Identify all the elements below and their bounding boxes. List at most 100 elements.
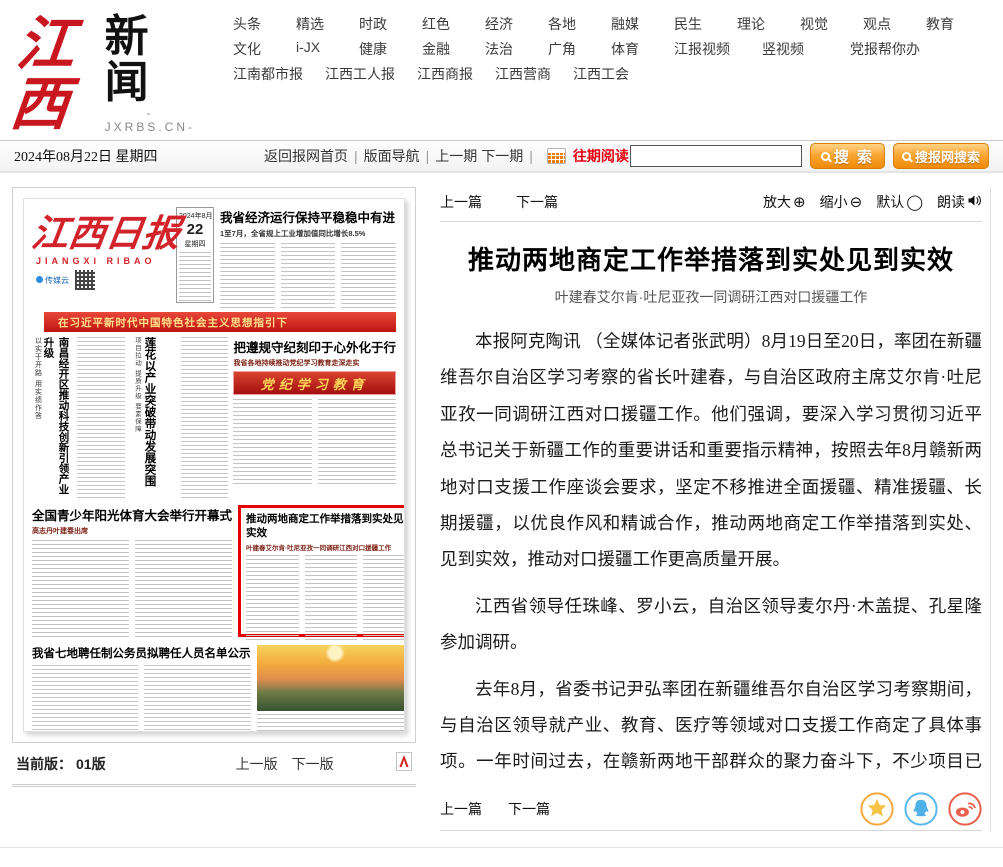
- nav-item[interactable]: 头条: [233, 14, 296, 34]
- nav-item[interactable]: 江西工会: [573, 64, 629, 84]
- issue-date: 2024年08月22日 星期四: [14, 146, 264, 166]
- qzone-share-icon[interactable]: [860, 792, 894, 826]
- article-subtitle: 叶建春艾尔肯·吐尼亚孜一同调研江西对口援疆工作: [440, 287, 982, 307]
- nav-item[interactable]: 健康: [359, 39, 422, 59]
- fake-text-columns: [32, 540, 232, 640]
- nav-item[interactable]: 观点: [863, 14, 926, 34]
- nav-item[interactable]: 文化: [233, 39, 296, 59]
- next-article-link[interactable]: 下一篇: [516, 192, 558, 212]
- nav-item[interactable]: 江报视频: [674, 39, 762, 59]
- main-nav: 头条精选时政红色经济各地融媒民生理论视觉观点教育 文化i-JX健康金融法治广角体…: [233, 14, 989, 89]
- nav-item[interactable]: 金融: [422, 39, 485, 59]
- paper-date-weekday: 星期四: [179, 239, 211, 249]
- nav-item[interactable]: i-JX: [296, 39, 359, 59]
- pdf-icon[interactable]: [396, 752, 412, 776]
- article-paragraph: 江西省领导任珠峰、罗小云，自治区领导麦尔丹·木盖提、孔星隆参加调研。: [440, 588, 982, 661]
- nav-row-3: 江南都市报 江西工人报 江西商报 江西营商 江西工会: [233, 64, 989, 84]
- next-page-link[interactable]: 下一版: [292, 754, 334, 774]
- past-issues-link[interactable]: 往期阅读: [573, 146, 629, 166]
- paper-sports-subhead: 高志丹叶建春出席: [32, 526, 232, 536]
- paper-mid-subhead: 我省各地持续推动党纪学习教育走深走实: [233, 358, 396, 368]
- next-issue-link[interactable]: 下一期: [481, 146, 523, 166]
- nav-item[interactable]: 法治: [485, 39, 548, 59]
- current-page-label: 当前版：: [16, 754, 72, 774]
- logo-cn-part2: 新闻: [105, 14, 195, 106]
- paper-thumbnail-box: 江西日报 JIANGXI RIBAO 传媒云 2024年8月 22 星期四: [12, 187, 416, 743]
- next-article-link[interactable]: 下一篇: [508, 799, 550, 819]
- nav-item[interactable]: 江西工人报: [325, 64, 395, 84]
- speaker-icon: [967, 194, 982, 210]
- nav-item[interactable]: 精选: [296, 14, 359, 34]
- nav-item[interactable]: 各地: [548, 14, 611, 34]
- prev-page-link[interactable]: 上一版: [236, 754, 278, 774]
- search-button[interactable]: 搜 索: [810, 143, 885, 169]
- page-pager: 当前版： 01版 上一版 下一版: [12, 752, 416, 787]
- nav-item[interactable]: 江西商报: [417, 64, 473, 84]
- zoom-default-button[interactable]: 默认 ◯: [876, 192, 923, 212]
- weibo-share-icon[interactable]: [948, 792, 982, 826]
- paper-masthead-pinyin: JIANGXI RIBAO: [36, 256, 174, 266]
- nav-item[interactable]: 竖视频: [762, 39, 850, 59]
- read-aloud-button[interactable]: 朗读: [937, 192, 982, 212]
- current-page-value: 01版: [76, 754, 106, 774]
- site-logo[interactable]: 江西 新闻 -JXRBS.CN-: [14, 14, 195, 134]
- nav-item[interactable]: 经济: [485, 14, 548, 34]
- nav-item[interactable]: 融媒: [611, 14, 674, 34]
- nav-item[interactable]: 江南都市报: [233, 64, 303, 84]
- nav-item[interactable]: 时政: [359, 14, 422, 34]
- prev-article-link[interactable]: 上一篇: [440, 192, 482, 212]
- nav-item[interactable]: 红色: [422, 14, 485, 34]
- search-icon: [902, 152, 911, 161]
- nav-item[interactable]: 民生: [674, 14, 737, 34]
- nav-item[interactable]: 视觉: [800, 14, 863, 34]
- article-body: 本报阿克陶讯 （全媒体记者张武明）8月19日至20日，率团在新疆维吾尔自治区学习…: [440, 323, 982, 787]
- qq-share-icon[interactable]: [904, 792, 938, 826]
- zoom-in-button[interactable]: 放大 ⊕: [763, 192, 806, 212]
- layout-nav-link[interactable]: 版面导航: [364, 146, 420, 166]
- fake-text: [181, 337, 229, 501]
- article-controls: 上一篇 下一篇 放大 ⊕ 缩小 ⊖ 默认 ◯ 朗读: [440, 187, 982, 217]
- zoom-default-icon: ◯: [906, 195, 923, 210]
- prev-article-link[interactable]: 上一篇: [440, 799, 482, 819]
- site-footer: ©江西日报 版权所有 杭州前方信息技术有限公司 提供服务: [0, 847, 1003, 867]
- nav-item[interactable]: 广角: [548, 39, 611, 59]
- article-paragraph: 本报阿克陶讯 （全媒体记者张武明）8月19日至20日，率团在新疆维吾尔自治区学习…: [440, 323, 982, 578]
- paper-bottom-headline: 我省七地聘任制公务员拟聘任人员名单公示: [32, 645, 251, 661]
- nav-item[interactable]: 教育: [926, 14, 989, 34]
- paper-date-box: 2024年8月 22 星期四: [176, 207, 214, 303]
- separator: |: [354, 148, 358, 164]
- zoom-in-icon: ⊕: [793, 195, 806, 210]
- divider: [440, 221, 982, 222]
- prev-issue-link[interactable]: 上一期: [435, 146, 477, 166]
- paper-masthead-title: 江西日报: [29, 213, 177, 253]
- highlighted-article-subtitle: 叶建春艾尔肯·吐尼亚孜一同调研江西对口援疆工作: [246, 542, 405, 552]
- nav-row-2: 文化i-JX健康金融法治广角体育江报视频竖视频党报帮你办: [233, 39, 989, 59]
- qr-code: [75, 270, 95, 290]
- separator: |: [529, 148, 533, 164]
- highlighted-article-box[interactable]: 推动两地商定工作举措落到实处见到实效 叶建春艾尔肯·吐尼亚孜一同调研江西对口援疆…: [238, 505, 405, 637]
- logo-domain: -JXRBS.CN-: [105, 106, 195, 134]
- logo-cn-part1: 江西: [8, 14, 105, 134]
- nav-item[interactable]: 理论: [737, 14, 800, 34]
- search-input[interactable]: [630, 145, 802, 167]
- paper-top-headline: 我省经济运行保持平稳稳中有进: [220, 207, 396, 226]
- article-panel: 上一篇 下一篇 放大 ⊕ 缩小 ⊖ 默认 ◯ 朗读: [426, 187, 991, 831]
- fake-text-columns: [220, 243, 396, 309]
- article-title: 推动两地商定工作举措落到实处见到实效: [440, 240, 982, 277]
- media-cloud-logo: 传媒云: [36, 275, 69, 286]
- paper-discipline-banner: 党纪学习教育: [233, 371, 396, 395]
- article-bottom-bar: 上一篇 下一篇: [440, 787, 982, 831]
- site-search-button[interactable]: 搜报网搜索: [893, 143, 989, 169]
- site-header: 江西 新闻 -JXRBS.CN- 头条精选时政红色经济各地融媒民生理论视觉观点教…: [0, 0, 1003, 140]
- nav-item[interactable]: 江西营商: [495, 64, 551, 84]
- main-content: 江西日报 JIANGXI RIBAO 传媒云 2024年8月 22 星期四: [0, 173, 1003, 831]
- paper-vertical-headline-2-side: 项目拉动 提质升级 要素保障: [130, 337, 142, 501]
- paper-mid-headline: 把遵规守纪刻印于心外化于行: [233, 337, 396, 356]
- zoom-out-button[interactable]: 缩小 ⊖: [820, 192, 863, 212]
- paper-vertical-headline-2: 莲花以产业突破带动发展突围: [142, 337, 158, 501]
- nav-item[interactable]: 党报帮你办: [850, 39, 938, 59]
- back-home-link[interactable]: 返回报网首页: [264, 146, 348, 166]
- nav-item[interactable]: 体育: [611, 39, 674, 59]
- fake-text-columns: [233, 399, 396, 487]
- newspaper-front-page[interactable]: 江西日报 JIANGXI RIBAO 传媒云 2024年8月 22 星期四: [23, 198, 405, 732]
